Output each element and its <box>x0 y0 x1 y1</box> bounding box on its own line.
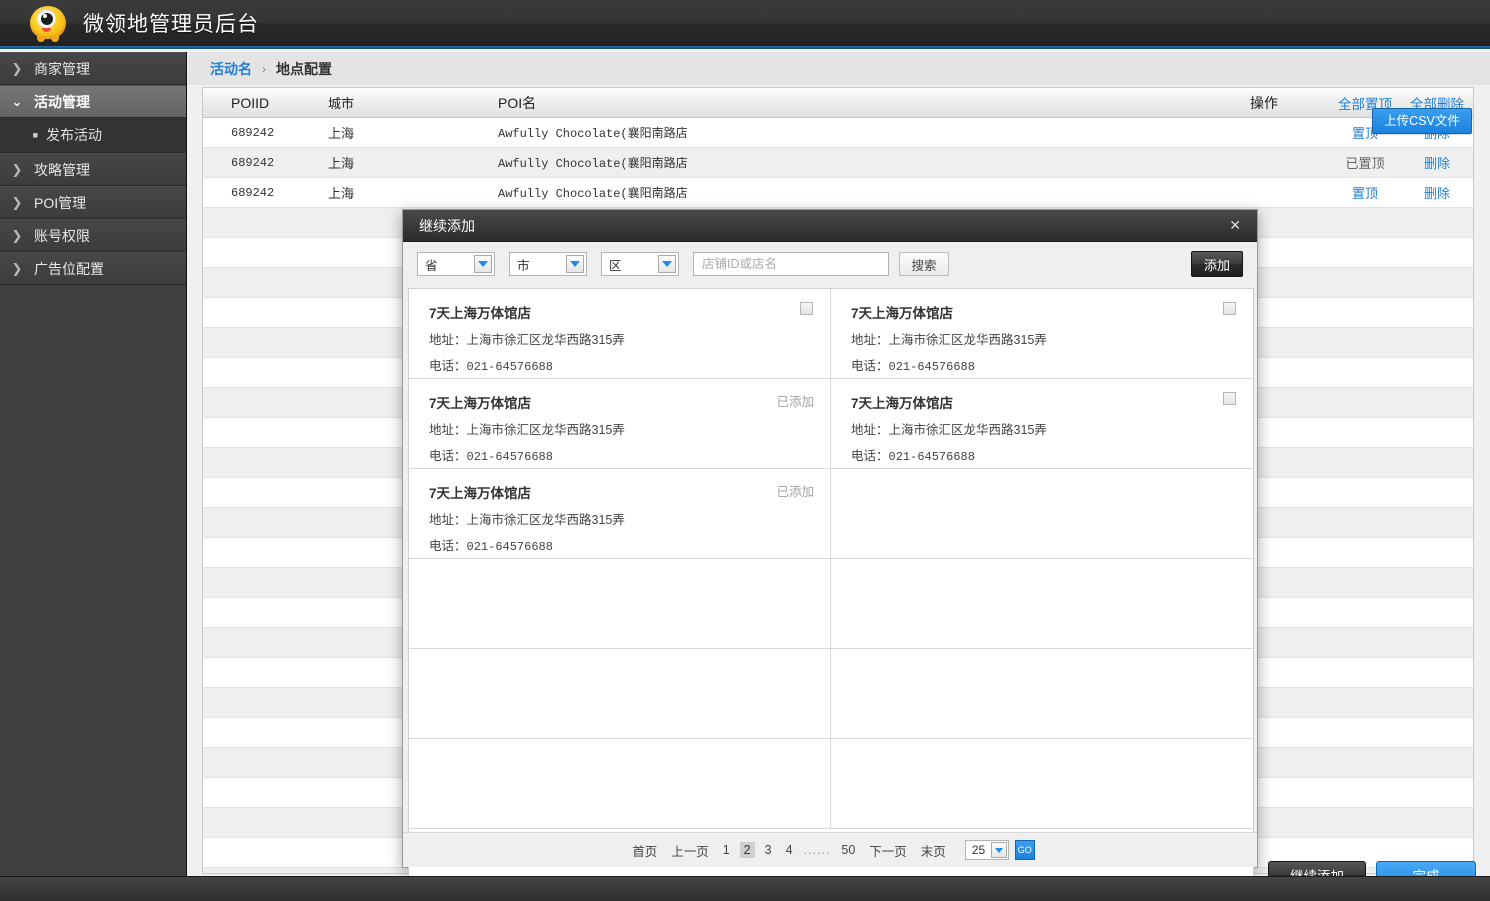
app-root: 微领地管理员后台 ❯ 商家管理 ⌄ 活动管理 ■ 发布活动 ❯ 攻略管理 ❯ P… <box>0 0 1490 901</box>
close-icon[interactable]: ✕ <box>1225 217 1245 234</box>
add-button[interactable]: 添加 <box>1191 251 1243 277</box>
store-phone: 电话：021-64576688 <box>429 359 553 374</box>
store-cell-empty <box>831 649 1253 739</box>
store-address: 地址：上海市徐汇区龙华西路315弄 <box>851 423 1047 437</box>
store-results-grid: 7天上海万体馆店 地址：上海市徐汇区龙华西路315弄 电话：021-64576688… <box>408 288 1254 901</box>
chevron-down-icon <box>990 842 1007 858</box>
modal-overlay: 继续添加 ✕ 省 市 区 搜索 添加 7天 <box>0 0 1490 901</box>
store-cell-empty <box>831 469 1253 559</box>
pagination-prev[interactable]: 上一页 <box>671 841 709 860</box>
pagination-page-1[interactable]: 1 <box>719 842 734 858</box>
district-select-value: 区 <box>609 258 622 273</box>
modal-title: 继续添加 <box>419 217 475 234</box>
store-card[interactable]: 7天上海万体馆店地址：上海市徐汇区龙华西路315弄 电话：021-64576688 <box>831 379 1253 469</box>
store-cell-empty <box>831 559 1253 649</box>
pagination-dots: ...... <box>803 843 831 857</box>
store-address: 地址：上海市徐汇区龙华西路315弄 <box>851 333 1047 347</box>
chevron-down-icon <box>566 255 584 273</box>
modal-header: 继续添加 ✕ <box>403 210 1257 242</box>
store-card[interactable]: 7天上海万体馆店地址：上海市徐汇区龙华西路315弄 电话：021-64576688 <box>409 289 831 379</box>
pagination-page-2[interactable]: 2 <box>739 842 755 858</box>
page-size-select[interactable]: 25 <box>964 840 1009 860</box>
modal-pagination: 首页 上一页 1234 ...... 50 下一页 末页 25 GO <box>403 832 1257 867</box>
store-name: 7天上海万体馆店 <box>851 396 954 411</box>
store-phone: 电话：021-64576688 <box>851 359 975 374</box>
store-phone: 电话：021-64576688 <box>851 449 975 464</box>
store-address: 地址：上海市徐汇区龙华西路315弄 <box>429 333 625 347</box>
chevron-down-icon <box>658 255 676 273</box>
store-card[interactable]: 已添加 7天上海万体馆店地址：上海市徐汇区龙华西路315弄 电话：021-64576… <box>409 379 831 469</box>
pagination-last[interactable]: 末页 <box>921 841 946 860</box>
district-select[interactable]: 区 <box>601 252 679 276</box>
page-size-value: 25 <box>971 843 986 857</box>
pagination-numbers: 1234 <box>716 841 800 859</box>
province-select[interactable]: 省 <box>417 252 495 276</box>
store-address: 地址：上海市徐汇区龙华西路315弄 <box>429 513 625 527</box>
added-badge: 已添加 <box>776 395 814 409</box>
store-card[interactable]: 7天上海万体馆店地址：上海市徐汇区龙华西路315弄 电话：021-64576688 <box>831 289 1253 379</box>
pagination-page-4[interactable]: 4 <box>782 842 797 858</box>
search-button[interactable]: 搜索 <box>899 252 949 276</box>
store-phone: 电话：021-64576688 <box>429 449 553 464</box>
store-name: 7天上海万体馆店 <box>429 396 532 411</box>
go-button[interactable]: GO <box>1014 840 1035 860</box>
footer-bar <box>0 876 1490 901</box>
store-cell-empty <box>409 649 831 739</box>
continue-add-modal: 继续添加 ✕ 省 市 区 搜索 添加 7天 <box>402 209 1258 901</box>
store-cell-empty <box>409 739 831 829</box>
store-address: 地址：上海市徐汇区龙华西路315弄 <box>429 423 625 437</box>
city-select-value: 市 <box>517 258 530 273</box>
store-phone: 电话：021-64576688 <box>429 539 553 554</box>
chevron-down-icon <box>474 255 492 273</box>
added-badge: 已添加 <box>776 485 814 499</box>
store-search-input[interactable] <box>693 252 889 276</box>
store-cell-empty <box>409 559 831 649</box>
store-checkbox[interactable] <box>1223 302 1236 315</box>
pagination-next[interactable]: 下一页 <box>869 841 907 860</box>
store-name: 7天上海万体馆店 <box>429 306 532 321</box>
city-select[interactable]: 市 <box>509 252 587 276</box>
province-select-value: 省 <box>425 258 438 273</box>
modal-toolbar: 省 市 区 搜索 添加 <box>403 242 1257 286</box>
store-checkbox[interactable] <box>1223 392 1236 405</box>
store-name: 7天上海万体馆店 <box>851 306 954 321</box>
pagination-last-page[interactable]: 50 <box>837 842 859 858</box>
store-cell-empty <box>831 739 1253 829</box>
store-name: 7天上海万体馆店 <box>429 486 532 501</box>
store-checkbox[interactable] <box>800 302 813 315</box>
store-card[interactable]: 已添加 7天上海万体馆店地址：上海市徐汇区龙华西路315弄 电话：021-64576… <box>409 469 831 559</box>
pagination-page-3[interactable]: 3 <box>761 842 776 858</box>
pagination-first[interactable]: 首页 <box>632 841 657 860</box>
